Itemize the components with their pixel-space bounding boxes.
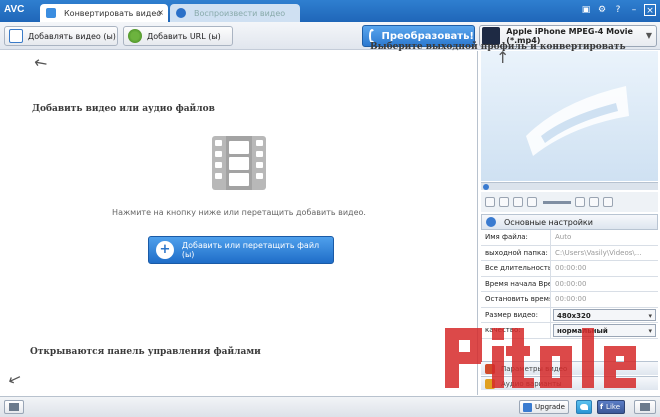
tab-close-icon[interactable]: × bbox=[157, 8, 164, 17]
status-bar: Upgrade f Like bbox=[0, 396, 660, 417]
settings-row: Время начала Врем 00:00:00 bbox=[481, 276, 658, 292]
hint-file-panel: Открываются панель управления файлами bbox=[30, 347, 261, 357]
skin-icon[interactable]: ▣ bbox=[580, 4, 592, 16]
add-files-label: Добавить или перетащить файл (ы) bbox=[181, 241, 320, 259]
help-icon[interactable]: ? bbox=[612, 4, 624, 16]
setting-key: Все длительность кл bbox=[481, 261, 551, 276]
add-video-label: Добавлять видео (ы) bbox=[28, 31, 116, 41]
arrow-up-icon: ↑ bbox=[496, 48, 510, 67]
chevron-down-icon: ▼ bbox=[645, 31, 652, 40]
hint-output-profile: Выберите выходной профиль и конвертирова… bbox=[370, 42, 626, 52]
setting-key: Имя файла: bbox=[481, 230, 551, 245]
file-panel-toggle-button[interactable] bbox=[4, 400, 24, 414]
stop-icon[interactable] bbox=[499, 197, 509, 207]
add-url-button[interactable]: Добавить URL (ы) bbox=[123, 26, 233, 46]
seek-bar[interactable] bbox=[481, 182, 658, 190]
play-tab-icon bbox=[176, 8, 186, 18]
app-logo: AVC bbox=[4, 4, 25, 15]
arrow-down-left-icon: ↙ bbox=[5, 367, 25, 390]
fullscreen-icon[interactable] bbox=[575, 197, 585, 207]
film-strip-icon bbox=[212, 136, 266, 190]
player-controls bbox=[481, 192, 658, 212]
volume-slider[interactable] bbox=[543, 200, 571, 204]
play-icon[interactable] bbox=[485, 197, 495, 207]
setting-value[interactable]: Auto bbox=[551, 230, 658, 245]
upgrade-arrow-icon bbox=[523, 402, 532, 412]
settings-row: Все длительность кл 00:00:00 bbox=[481, 261, 658, 277]
right-panel-toggle-button[interactable] bbox=[634, 400, 656, 414]
setting-key: Остановить время: bbox=[481, 292, 551, 307]
video-preview bbox=[481, 51, 658, 181]
twitter-button[interactable] bbox=[576, 400, 592, 414]
upgrade-label: Upgrade bbox=[535, 403, 565, 411]
like-label: Like bbox=[606, 403, 621, 411]
crop-icon[interactable] bbox=[589, 197, 599, 207]
tab-label: Конвертировать видео bbox=[64, 8, 162, 18]
basic-settings-header[interactable]: Основные настройки bbox=[481, 214, 658, 230]
setting-value[interactable]: C:\Users\Vasily\Videos\... bbox=[551, 246, 658, 261]
seek-knob[interactable] bbox=[483, 184, 489, 190]
globe-plus-icon bbox=[128, 29, 142, 43]
settings-row: Имя файла: Auto bbox=[481, 230, 658, 246]
add-files-button[interactable]: + Добавить или перетащить файл (ы) bbox=[148, 236, 334, 264]
facebook-icon: f bbox=[600, 403, 604, 411]
panel-icon bbox=[9, 403, 19, 411]
tab-play-video[interactable]: Воспроизвести видео bbox=[170, 4, 300, 22]
setting-value[interactable]: 00:00:00 bbox=[551, 261, 658, 276]
refresh-icon bbox=[369, 29, 376, 43]
upgrade-button[interactable]: Upgrade bbox=[519, 400, 569, 414]
film-strip-icon bbox=[526, 86, 629, 156]
plus-icon: + bbox=[156, 241, 174, 259]
tab-convert-video[interactable]: Конвертировать видео × bbox=[40, 4, 168, 22]
snapshot-icon[interactable] bbox=[513, 197, 523, 207]
convert-tab-icon bbox=[46, 8, 56, 18]
settings-gear-icon[interactable]: ⚙ bbox=[596, 4, 608, 16]
settings-row: Остановить время: 00:00:00 bbox=[481, 292, 658, 308]
twitter-icon bbox=[580, 404, 588, 410]
minimize-icon[interactable]: – bbox=[628, 4, 640, 16]
add-url-label: Добавить URL (ы) bbox=[147, 31, 221, 41]
facebook-like-button[interactable]: f Like bbox=[597, 400, 625, 414]
panel-icon bbox=[640, 403, 650, 411]
add-video-icon bbox=[9, 29, 23, 43]
window-controls: ▣ ⚙ ? – × bbox=[580, 4, 656, 16]
convert-label: Преобразовать! bbox=[381, 30, 474, 42]
volume-icon[interactable] bbox=[527, 197, 537, 207]
close-window-icon[interactable]: × bbox=[644, 4, 656, 16]
drop-instructions: Нажмите на кнопку ниже или перетащить до… bbox=[112, 208, 366, 217]
effects-icon[interactable] bbox=[603, 197, 613, 207]
title-bar: AVC Конвертировать видео × Воспроизвести… bbox=[0, 0, 660, 22]
tab-label: Воспроизвести видео bbox=[194, 8, 286, 18]
setting-value[interactable]: 00:00:00 bbox=[551, 277, 658, 292]
add-video-button[interactable]: Добавлять видео (ы) bbox=[4, 26, 118, 46]
settings-header-label: Основные настройки bbox=[504, 217, 593, 227]
settings-row: выходной папка: C:\Users\Vasily\Videos\.… bbox=[481, 245, 658, 261]
settings-icon bbox=[486, 217, 496, 227]
setting-key: Время начала Врем bbox=[481, 276, 551, 291]
setting-value[interactable]: 00:00:00 bbox=[551, 292, 658, 307]
arrow-up-left-icon: ↖ bbox=[29, 50, 52, 75]
watermark-logo bbox=[445, 328, 636, 388]
hint-add-files: Добавить видео или аудио файлов bbox=[32, 104, 215, 114]
setting-key: выходной папка: bbox=[481, 245, 551, 260]
